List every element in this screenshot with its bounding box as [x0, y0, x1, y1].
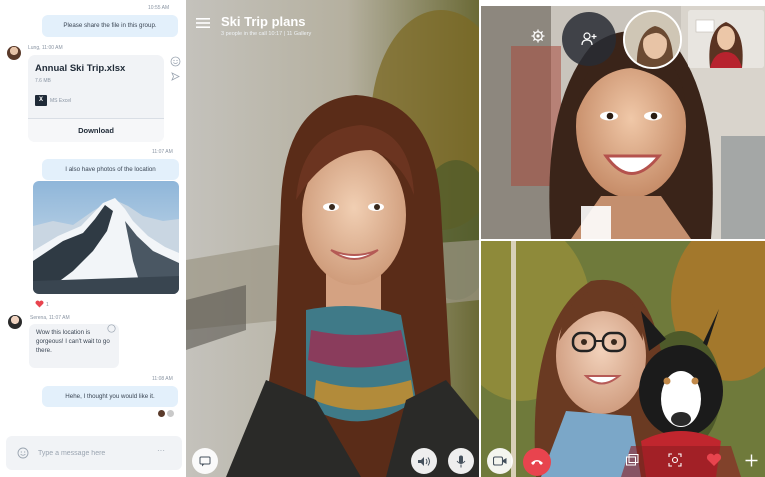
- message-timestamp: 10:55 AM: [148, 5, 170, 11]
- participant-video-tile[interactable]: [481, 241, 765, 477]
- self-preview[interactable]: [688, 10, 764, 68]
- video-image: [481, 241, 765, 477]
- incoming-message: Wow this location is gorgeous! I can't w…: [29, 324, 119, 368]
- smiley-icon[interactable]: [17, 447, 29, 459]
- add-person-icon: [581, 32, 597, 46]
- hangup-button[interactable]: [523, 448, 551, 476]
- microphone-icon: [456, 455, 466, 467]
- participant-video-tile[interactable]: [481, 6, 765, 239]
- chat-panel: 10:55 AM Please share the file in this g…: [0, 0, 186, 477]
- heart-icon[interactable]: [706, 453, 722, 467]
- download-button[interactable]: Download: [28, 118, 164, 142]
- video-icon: [493, 456, 507, 466]
- smiley-icon[interactable]: [107, 324, 116, 333]
- participant-avatar[interactable]: [623, 10, 682, 69]
- shared-photo[interactable]: [33, 181, 179, 294]
- message-timestamp: 11:08 AM: [152, 376, 173, 382]
- snapshot-icon[interactable]: [668, 453, 682, 467]
- screen-share-icon[interactable]: [626, 454, 639, 466]
- outgoing-message: I also have photos of the location: [42, 159, 179, 180]
- message-composer: ···: [6, 436, 182, 470]
- excel-icon: X: [35, 95, 47, 106]
- self-preview-video: [688, 10, 764, 68]
- more-options-button[interactable]: ···: [157, 446, 165, 455]
- chat-toggle-button[interactable]: [192, 448, 218, 474]
- outgoing-message: Please share the file in this group.: [42, 15, 178, 37]
- video-image: [186, 0, 479, 477]
- app-window: 10:55 AM Please share the file in this g…: [0, 0, 765, 477]
- message-timestamp: 11:07 AM: [152, 149, 173, 155]
- file-name: Annual Ski Trip.xlsx: [35, 63, 126, 74]
- call-title: Ski Trip plans: [221, 14, 306, 29]
- file-size: 7.6 MB: [35, 78, 51, 84]
- main-video-feed: Ski Trip plans 3 people in the call 10:1…: [186, 0, 479, 477]
- read-receipt-avatar: [167, 410, 174, 417]
- add-icon[interactable]: [745, 454, 758, 467]
- sender-name: Serena, 11:07 AM: [30, 315, 70, 321]
- chat-icon: [199, 456, 211, 466]
- message-input[interactable]: [38, 447, 148, 459]
- video-toggle-button[interactable]: [487, 448, 513, 474]
- avatar[interactable]: [7, 46, 21, 60]
- speaker-icon: [418, 456, 430, 466]
- avatar[interactable]: [8, 315, 22, 329]
- reaction-count: 1: [46, 302, 49, 308]
- file-app-label: MS Excel: [50, 98, 72, 104]
- smiley-icon[interactable]: [170, 56, 181, 67]
- settings-icon[interactable]: [531, 29, 545, 43]
- sender-name: Lung, 11:00 AM: [28, 45, 63, 51]
- add-participant-button[interactable]: [562, 12, 616, 66]
- microphone-button[interactable]: [448, 448, 474, 474]
- heart-icon[interactable]: [35, 300, 44, 308]
- speaker-button[interactable]: [411, 448, 437, 474]
- hangup-icon: [531, 460, 543, 465]
- send-icon[interactable]: [171, 72, 180, 81]
- read-receipt-avatar: [158, 410, 165, 417]
- call-subtitle: 3 people in the call 10:17 | 11 Gallery: [221, 31, 312, 37]
- file-card[interactable]: Annual Ski Trip.xlsx 7.6 MB X MS Excel D…: [28, 55, 164, 142]
- outgoing-message: Hehe, I thought you would like it.: [42, 386, 178, 407]
- hamburger-icon[interactable]: [196, 17, 210, 29]
